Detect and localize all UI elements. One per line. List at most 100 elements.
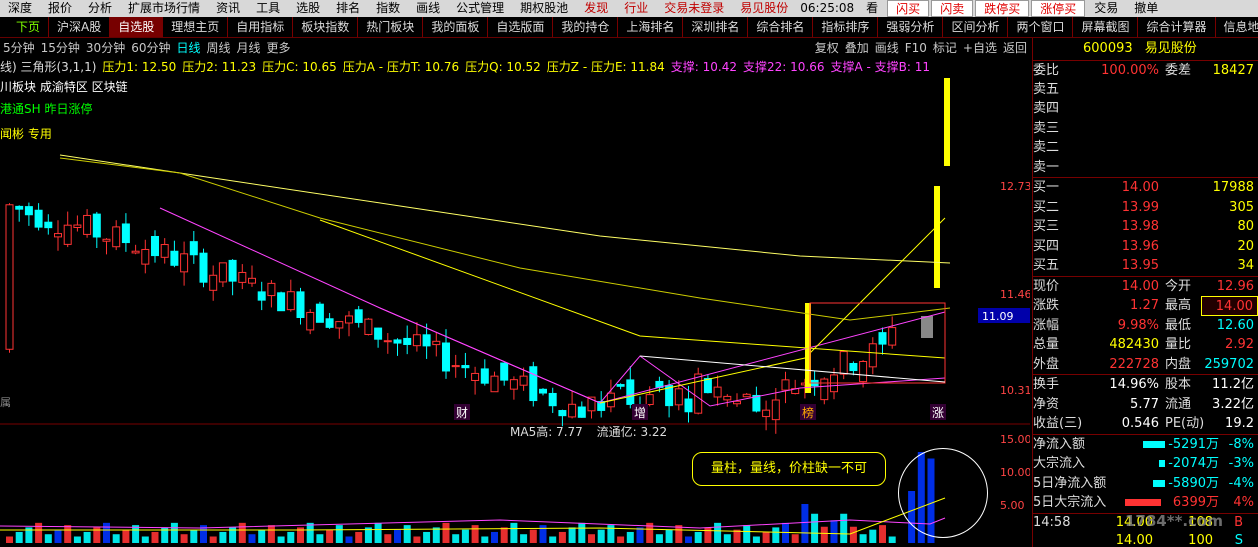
volume-bar [103, 522, 110, 543]
tool-0[interactable]: 复权 [812, 38, 842, 58]
menu-item-18[interactable]: 闪买 [887, 0, 930, 17]
buy-row: 买一 14.00 17988 [1033, 178, 1258, 198]
tab-7[interactable]: 我的面板 [423, 17, 489, 37]
tab-18[interactable]: 综合计算器 [1138, 17, 1216, 37]
candle-body [267, 282, 276, 297]
menu-item-11[interactable]: 期权股池 [512, 0, 576, 17]
period-2[interactable]: 30分钟 [83, 38, 128, 58]
tab-11[interactable]: 深圳排名 [683, 17, 749, 37]
limit-bar [944, 78, 950, 166]
menu-item-9[interactable]: 画线 [408, 0, 448, 17]
tab-1[interactable]: 沪深A股 [49, 17, 111, 37]
tool-4[interactable]: 标记 [930, 38, 960, 58]
candle-body [44, 221, 53, 229]
period-6[interactable]: 月线 [234, 38, 264, 58]
menu-item-17[interactable]: 看 [858, 0, 886, 17]
candle-body [296, 291, 305, 318]
tab-13[interactable]: 指标排序 [813, 17, 879, 37]
sell-price [1083, 158, 1159, 178]
menu-item-2[interactable]: 分析 [80, 0, 120, 17]
menu-item-19[interactable]: 闪卖 [931, 0, 974, 17]
volume-header: MA5高: 7.77 流通亿: 3.22 [0, 424, 1000, 440]
menu-item-8[interactable]: 指数 [368, 0, 408, 17]
candle-body [500, 362, 509, 381]
tab-12[interactable]: 综合排名 [748, 17, 814, 37]
candle-body [529, 366, 538, 402]
volume-bar [394, 529, 401, 543]
menu-item-20[interactable]: 跌停买 [975, 0, 1030, 17]
menu-item-4[interactable]: 资讯 [208, 0, 248, 17]
volume-bar [64, 525, 72, 543]
stats-row: 外盘 222728 内盘 259702 [1033, 355, 1258, 375]
tab-19[interactable]: 信息地雷 [1216, 17, 1258, 37]
price-axis-label: 12.73 [1000, 180, 1030, 193]
tick-side: S [1234, 532, 1243, 547]
candle-body [878, 332, 887, 345]
period-0[interactable]: 5分钟 [0, 38, 38, 58]
tab-10[interactable]: 上海排名 [618, 17, 684, 37]
candle-body [112, 226, 121, 248]
sell-row: 卖二 [1033, 138, 1258, 158]
order-book: 卖五 卖四 卖三 卖二 卖一 买一 14.00 17988 买二 13.99 305 买三 13.98 8… [1033, 80, 1258, 276]
tab-8[interactable]: 自选版面 [488, 17, 554, 37]
stock-name: 易见股份 [1144, 41, 1197, 56]
menu-item-13[interactable]: 行业 [616, 0, 656, 17]
tab-17[interactable]: 屏幕截图 [1073, 17, 1139, 37]
stats-value: 14.00 [1121, 278, 1159, 294]
stock-title: 600093 易见股份 [1033, 38, 1258, 60]
candle-body [888, 327, 897, 346]
volume-bar [83, 531, 91, 543]
tool-1[interactable]: 叠加 [842, 38, 872, 58]
volume-bar [481, 536, 489, 543]
menu-item-1[interactable]: 报价 [40, 0, 80, 17]
tab-2[interactable]: 自选股 [110, 17, 164, 37]
volume-bar [791, 534, 799, 543]
menu-item-14[interactable]: 交易未登录 [656, 0, 732, 17]
current-candle [921, 316, 933, 338]
tab-3[interactable]: 理想主页 [163, 17, 229, 37]
flow-bar [1125, 435, 1165, 454]
weibi-row: 委比 100.00% 委差 18427 [1033, 60, 1258, 80]
menu-item-21[interactable]: 涨停买 [1031, 0, 1086, 17]
tab-9[interactable]: 我的持仓 [553, 17, 619, 37]
tool-2[interactable]: 画线 [872, 38, 902, 58]
stats-value2: 2.92 [1225, 337, 1254, 352]
menu-item-5[interactable]: 工具 [248, 0, 288, 17]
stats-label2: 最高 [1165, 298, 1192, 313]
tab-0[interactable]: 下页 [0, 17, 50, 37]
tool-6[interactable]: 返回 [1000, 38, 1030, 58]
tab-5[interactable]: 板块指数 [293, 17, 359, 37]
tab-6[interactable]: 热门板块 [358, 17, 424, 37]
menu-item-6[interactable]: 选股 [288, 0, 328, 17]
period-4[interactable]: 日线 [173, 38, 203, 58]
tab-4[interactable]: 自用指标 [228, 17, 294, 37]
menu-item-10[interactable]: 公式管理 [448, 0, 512, 17]
tab-14[interactable]: 强弱分析 [878, 17, 944, 37]
volume-bar [840, 513, 848, 543]
candle-body [451, 365, 460, 368]
tab-15[interactable]: 区间分析 [943, 17, 1009, 37]
menu-item-15[interactable]: 易见股份 [732, 0, 796, 17]
sell-price [1083, 99, 1159, 119]
period-1[interactable]: 15分钟 [38, 38, 83, 58]
flow-label: 大宗流入 [1033, 456, 1086, 471]
menu-item-3[interactable]: 扩展市场行情 [120, 0, 208, 17]
period-3[interactable]: 60分钟 [128, 38, 173, 58]
tool-3[interactable]: F10 [902, 38, 930, 58]
menu-item-23[interactable]: 撤单 [1126, 0, 1166, 17]
sell-label: 卖一 [1033, 159, 1060, 175]
tool-5[interactable]: +自选 [960, 38, 1000, 58]
menu-item-12[interactable]: 发现 [576, 0, 616, 17]
sell-volume [1207, 138, 1258, 158]
menu-item-7[interactable]: 排名 [328, 0, 368, 17]
menu-item-0[interactable]: 深度 [0, 0, 40, 17]
volume-bar [859, 534, 867, 543]
hgt-tags: 港通SH 昨日涨停 [0, 102, 93, 116]
period-5[interactable]: 周线 [204, 38, 234, 58]
menu-item-22[interactable]: 交易 [1086, 0, 1126, 17]
tab-16[interactable]: 两个窗口 [1008, 17, 1074, 37]
flow-label: 5日净流入额 [1033, 475, 1107, 491]
vol-axis-label: 10.00 [1000, 466, 1030, 479]
period-7[interactable]: 更多 [264, 38, 294, 58]
buy-price: 13.98 [1121, 219, 1159, 234]
